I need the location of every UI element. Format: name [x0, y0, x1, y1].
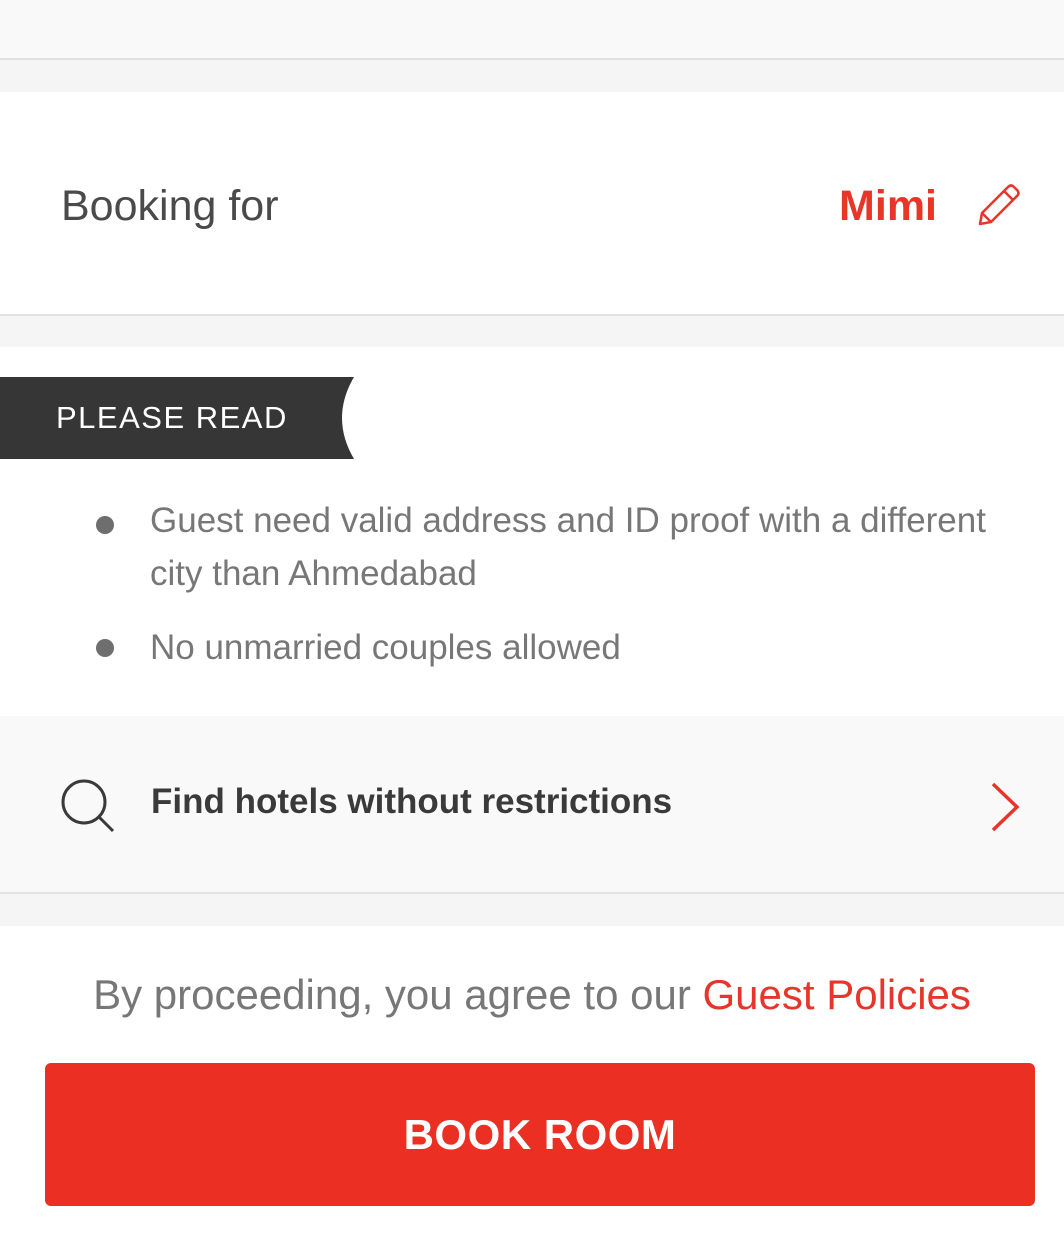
agreement-prefix: By proceeding, you agree to our — [93, 971, 703, 1018]
top-strip — [0, 0, 1064, 60]
please-read-label: PLEASE READ — [56, 400, 288, 435]
agreement-text: By proceeding, you agree to our Guest Po… — [0, 966, 1064, 1024]
list-item: No unmarried couples allowed — [96, 621, 996, 677]
search-icon — [61, 779, 115, 833]
pencil-icon[interactable] — [972, 180, 1022, 230]
book-room-button[interactable]: BOOK ROOM — [45, 1063, 1035, 1206]
rule-text: Guest need valid address and ID proof wi… — [150, 501, 986, 593]
guest-name[interactable]: Mimi — [839, 178, 937, 234]
find-hotels-label: Find hotels without restrictions — [151, 782, 673, 821]
rule-text: No unmarried couples allowed — [150, 628, 621, 667]
list-item: Guest need valid address and ID proof wi… — [96, 494, 996, 604]
chevron-right-icon[interactable] — [985, 780, 1025, 834]
bullet-dot — [96, 516, 114, 534]
bullet-dot — [96, 639, 114, 657]
booking-for-label: Booking for — [61, 182, 279, 230]
guest-policies-link[interactable]: Guest Policies — [702, 971, 970, 1018]
